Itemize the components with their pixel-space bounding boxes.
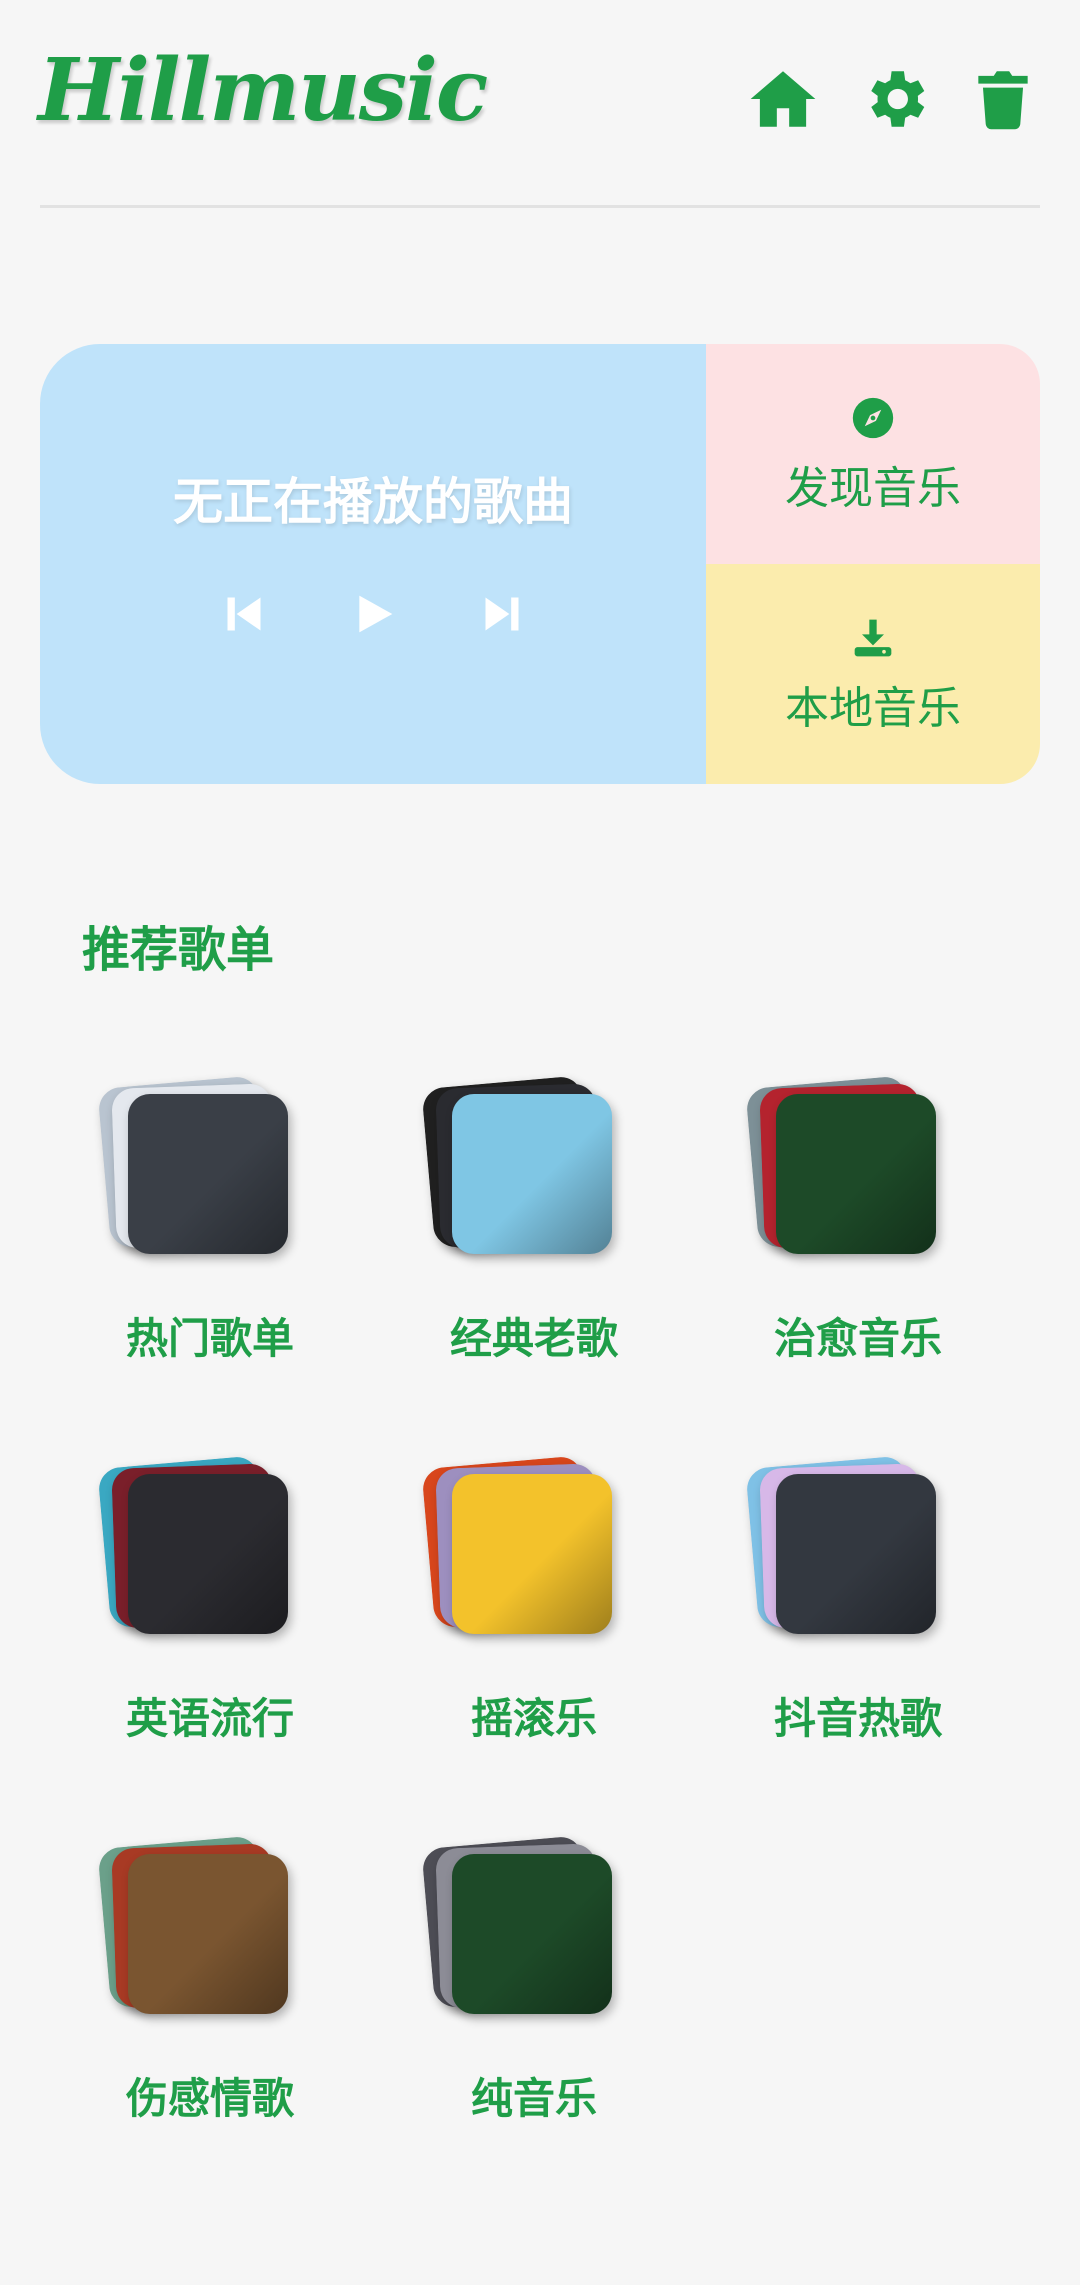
playlist-sad-love[interactable]: 伤感情歌 <box>40 1835 340 2150</box>
playlist-label: 英语流行 <box>125 1694 294 1743</box>
playlist-label: 经典老歌 <box>449 1314 618 1363</box>
playlist-cover <box>421 1835 624 2030</box>
playlist-hot[interactable]: 热门歌单 <box>40 1075 340 1390</box>
compass-icon <box>851 396 895 440</box>
app-logo: Hillmusic <box>38 40 488 141</box>
playlist-cover <box>421 1455 624 1650</box>
playlist-cover <box>745 1075 948 1270</box>
playlist-cover <box>97 1835 300 2030</box>
download-icon <box>851 616 895 660</box>
playlist-english-pop[interactable]: 英语流行 <box>40 1455 340 1770</box>
now-playing-panel[interactable]: 无正在播放的歌曲 <box>40 344 706 784</box>
playlist-label: 热门歌单 <box>125 1314 294 1363</box>
home-icon[interactable] <box>746 62 820 136</box>
discover-music-tile[interactable]: 发现音乐 <box>706 344 1040 564</box>
cover-image <box>128 1474 288 1634</box>
recommend-section-title: 推荐歌单 <box>82 922 275 978</box>
app-header: Hillmusic <box>0 0 1080 210</box>
playlist-classic[interactable]: 经典老歌 <box>364 1075 664 1390</box>
header-divider <box>40 205 1040 208</box>
previous-icon[interactable] <box>222 592 266 636</box>
local-music-label: 本地音乐 <box>785 683 961 734</box>
cover-image <box>452 1474 612 1634</box>
playlist-label: 纯音乐 <box>470 2074 597 2123</box>
player-card: 无正在播放的歌曲 发现音乐 本地音乐 <box>40 344 1040 784</box>
cover-image <box>452 1094 612 1254</box>
playlist-cover <box>97 1455 300 1650</box>
cover-image <box>128 1854 288 2014</box>
settings-gear-icon[interactable] <box>858 62 932 136</box>
playlist-label: 抖音热歌 <box>773 1694 942 1743</box>
next-icon[interactable] <box>480 592 524 636</box>
playlist-pure-music[interactable]: 纯音乐 <box>364 1835 664 2150</box>
discover-music-label: 发现音乐 <box>785 463 961 514</box>
playlist-cover <box>745 1455 948 1650</box>
cover-image <box>128 1094 288 1254</box>
cover-image <box>776 1474 936 1634</box>
playlist-healing[interactable]: 治愈音乐 <box>688 1075 988 1390</box>
playlist-cover <box>97 1075 300 1270</box>
now-playing-text: 无正在播放的歌曲 <box>173 473 573 531</box>
playlist-cover <box>421 1075 624 1270</box>
playlist-douyin[interactable]: 抖音热歌 <box>688 1455 988 1770</box>
cover-image <box>452 1854 612 2014</box>
cover-image <box>776 1094 936 1254</box>
playlist-label: 伤感情歌 <box>125 2074 294 2123</box>
playlist-rock[interactable]: 摇滚乐 <box>364 1455 664 1770</box>
playlist-label: 摇滚乐 <box>470 1694 597 1743</box>
play-icon[interactable] <box>352 592 396 636</box>
trash-icon[interactable] <box>966 62 1040 136</box>
playlist-label: 治愈音乐 <box>773 1314 942 1363</box>
local-music-tile[interactable]: 本地音乐 <box>706 564 1040 784</box>
